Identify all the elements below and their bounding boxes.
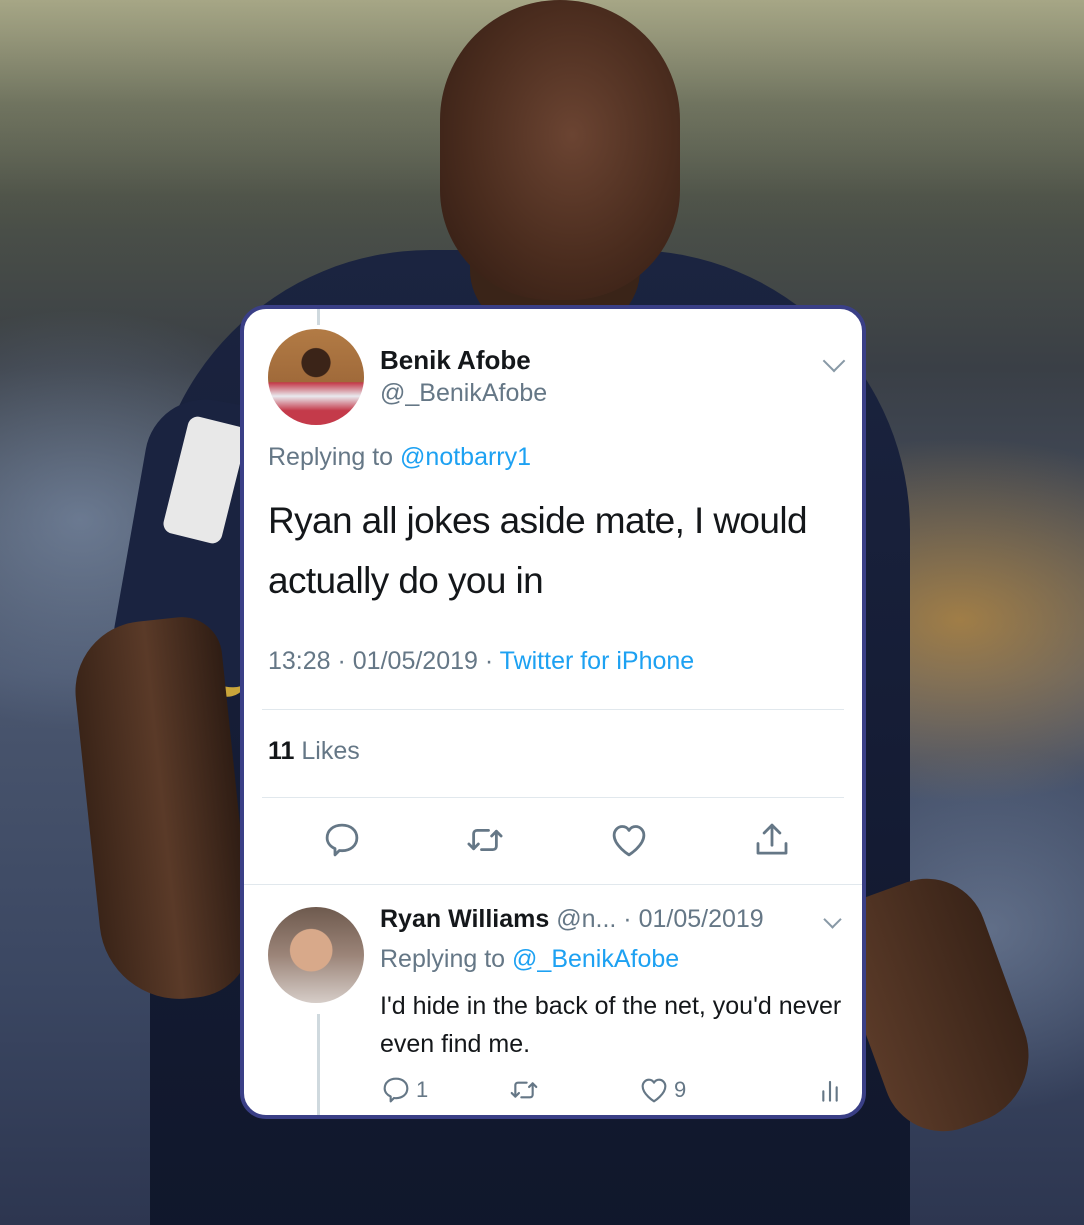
player-head xyxy=(440,0,680,300)
tweet-time[interactable]: 13:28 xyxy=(268,647,331,675)
reply-replying-prefix: Replying to xyxy=(380,945,506,973)
likes-count: 11 xyxy=(268,737,295,765)
tweet-meta: 13:28 · 01/05/2019 · Twitter for iPhone xyxy=(268,647,694,676)
replying-mention-link[interactable]: @notbarry1 xyxy=(400,443,531,471)
heart-icon xyxy=(641,1078,667,1103)
reply-count: 1 xyxy=(416,1077,429,1102)
replying-prefix: Replying to xyxy=(268,443,394,471)
divider xyxy=(244,884,862,885)
tweet-date[interactable]: 01/05/2019 xyxy=(353,647,478,675)
reply-replying-mention-link[interactable]: @_BenikAfobe xyxy=(512,945,679,973)
reply-icon[interactable] xyxy=(321,819,363,861)
thread-line-top xyxy=(317,309,320,325)
tweet-display-name[interactable]: Benik Afobe xyxy=(380,345,531,376)
avatar-benik-afobe[interactable] xyxy=(268,329,364,425)
chevron-down-icon[interactable] xyxy=(823,910,842,929)
meta-separator: · xyxy=(330,647,353,675)
reply-retweet-button[interactable] xyxy=(508,1073,540,1107)
share-icon[interactable] xyxy=(751,819,793,861)
retweet-icon xyxy=(510,1081,538,1099)
reply-replying-to-line: Replying to @_BenikAfobe xyxy=(380,945,679,974)
like-count: 9 xyxy=(674,1077,687,1102)
reply-header: Ryan Williams @n... · 01/05/2019 xyxy=(380,905,764,934)
reply-text: I'd hide in the back of the net, you'd n… xyxy=(380,992,842,1058)
tweet-text: Ryan all jokes aside mate, I would actua… xyxy=(268,500,808,601)
reply-display-name[interactable]: Ryan Williams xyxy=(380,905,549,933)
likes-label: Likes xyxy=(301,737,360,765)
meta-separator: · xyxy=(477,647,500,675)
heart-icon[interactable] xyxy=(608,819,650,861)
chevron-down-icon[interactable] xyxy=(822,349,846,373)
divider xyxy=(262,709,844,710)
reply-reply-button[interactable]: 1 xyxy=(380,1073,428,1107)
reply-like-button[interactable]: 9 xyxy=(638,1073,686,1107)
tweet-screenshot-card: Benik Afobe @_BenikAfobe Replying to @no… xyxy=(240,305,866,1119)
analytics-icon xyxy=(822,1080,838,1102)
reply-analytics-button[interactable] xyxy=(814,1073,846,1107)
reply-icon xyxy=(383,1077,409,1103)
replying-to-line: Replying to @notbarry1 xyxy=(268,443,531,472)
tweet-handle[interactable]: @_BenikAfobe xyxy=(380,379,547,408)
retweet-icon[interactable] xyxy=(464,819,506,861)
divider xyxy=(262,797,844,798)
likes-summary[interactable]: 11 Likes xyxy=(268,737,360,766)
thread-line-bottom xyxy=(317,1014,320,1115)
reply-handle-date[interactable]: @n... · 01/05/2019 xyxy=(556,905,763,933)
avatar-ryan-williams[interactable] xyxy=(268,907,364,1003)
tweet-source-link[interactable]: Twitter for iPhone xyxy=(500,647,695,675)
